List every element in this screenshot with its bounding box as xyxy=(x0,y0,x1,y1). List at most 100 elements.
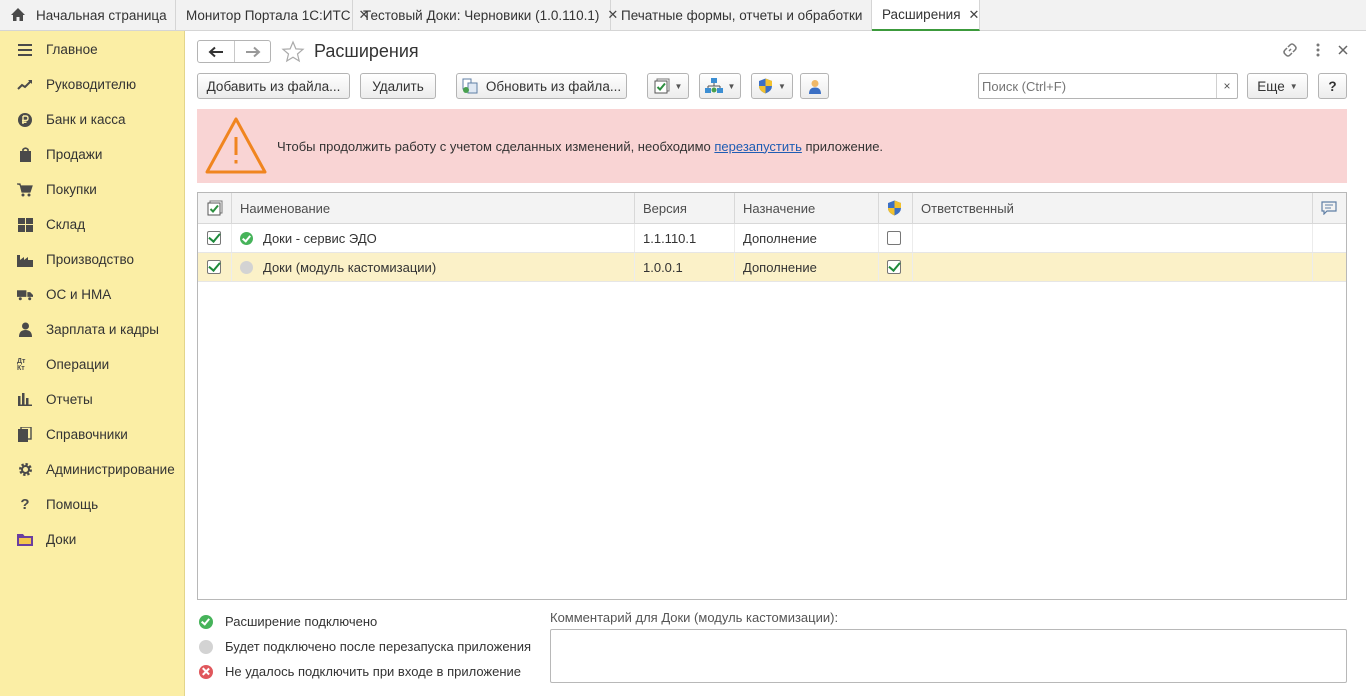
forward-button[interactable] xyxy=(234,41,270,62)
safe-mode-cell xyxy=(879,224,913,252)
sidebar-item-reports[interactable]: Отчеты xyxy=(0,382,184,417)
sidebar-item-label: Банк и касса xyxy=(46,112,126,127)
sidebar-item-admin[interactable]: Администрирование xyxy=(0,452,184,487)
back-button[interactable] xyxy=(198,41,234,62)
sidebar-item-label: Склад xyxy=(46,217,86,232)
sidebar-item-label: Доки xyxy=(46,532,77,547)
sidebar-item-label: Главное xyxy=(46,42,98,57)
sidebar-item-main[interactable]: Главное xyxy=(0,32,184,67)
person-icon xyxy=(17,322,33,338)
pending-status-icon xyxy=(240,260,253,274)
delete-button[interactable]: Удалить xyxy=(360,73,436,99)
table-row[interactable]: Доки - сервис ЭДО 1.1.110.1 Дополнение xyxy=(198,224,1346,253)
more-actions-icon[interactable] xyxy=(1316,43,1320,57)
comment-icon xyxy=(1321,201,1337,215)
sidebar-item-catalogs[interactable]: Справочники xyxy=(0,417,184,452)
sidebar-item-production[interactable]: Производство xyxy=(0,242,184,277)
restart-link[interactable]: перезапустить xyxy=(714,139,801,154)
update-from-file-button[interactable]: Обновить из файла... xyxy=(456,73,627,99)
table-header: Наименование Версия Назначение Ответстве… xyxy=(198,193,1346,224)
clear-search-icon[interactable]: × xyxy=(1216,74,1237,98)
version-cell: 1.1.110.1 xyxy=(635,224,735,252)
safe-mode-cell xyxy=(879,253,913,281)
purpose-cell: Дополнение xyxy=(735,224,879,252)
header-active[interactable] xyxy=(198,193,232,223)
header-safe-mode[interactable] xyxy=(879,193,913,223)
sidebar-item-sales[interactable]: Продажи xyxy=(0,137,184,172)
header-version[interactable]: Версия xyxy=(635,193,735,223)
responsible-button[interactable] xyxy=(800,73,829,99)
header-comment[interactable] xyxy=(1313,193,1346,223)
failed-status-icon xyxy=(199,664,213,679)
sidebar-item-purchases[interactable]: Покупки xyxy=(0,172,184,207)
tab-test-drafts[interactable]: Тестовый Доки: Черновики (1.0.110.1) ✕ xyxy=(353,0,618,30)
sidebar-item-label: Руководителю xyxy=(46,77,137,92)
factory-icon xyxy=(17,252,33,268)
structure-dropdown[interactable]: ▼ xyxy=(699,73,741,99)
header-name[interactable]: Наименование xyxy=(232,193,635,223)
tab-label: Начальная страница xyxy=(36,7,167,23)
toolbar: Добавить из файла... Удалить Обновить из… xyxy=(197,73,1347,99)
nav-group xyxy=(197,40,271,63)
warning-message: Чтобы продолжить работу с учетом сделанн… xyxy=(277,139,883,154)
button-label: ? xyxy=(1328,78,1337,94)
comment-label: Комментарий для Доки (модуль кастомизаци… xyxy=(550,610,839,625)
table-row[interactable]: Доки (модуль кастомизации) 1.0.0.1 Допол… xyxy=(198,253,1346,282)
update-file-icon xyxy=(462,78,478,94)
sidebar-item-operations[interactable]: Дт Кт Операции xyxy=(0,347,184,382)
safe-mode-checkbox[interactable] xyxy=(887,260,901,274)
purpose-cell: Дополнение xyxy=(735,253,879,281)
responsible-cell xyxy=(913,253,1313,281)
arrow-right-icon xyxy=(245,46,260,57)
tab-label: Расширения xyxy=(882,7,961,22)
chevron-down-icon: ▼ xyxy=(727,81,736,91)
sidebar-item-bank[interactable]: Банк и касса xyxy=(0,102,184,137)
button-label: Добавить из файла... xyxy=(206,78,341,94)
sidebar-item-fixed-assets[interactable]: ОС и НМА xyxy=(0,277,184,312)
sidebar-item-salary[interactable]: Зарплата и кадры xyxy=(0,312,184,347)
active-checkbox[interactable] xyxy=(207,260,221,274)
extensions-table: Наименование Версия Назначение Ответстве… xyxy=(197,192,1347,600)
link-icon[interactable] xyxy=(1282,42,1298,58)
sidebar-item-label: Производство xyxy=(46,252,135,267)
legend-label: Не удалось подключить при входе в прилож… xyxy=(225,664,522,679)
tab-print-forms[interactable]: Печатные формы, отчеты и обработки ✕ xyxy=(611,0,881,30)
header-responsible[interactable]: Ответственный xyxy=(913,193,1313,223)
close-icon[interactable]: ✕ xyxy=(969,7,980,23)
search-box: × xyxy=(978,73,1238,99)
safe-mode-checkbox[interactable] xyxy=(887,231,901,245)
books-icon xyxy=(17,427,33,443)
help-button[interactable]: ? xyxy=(1318,73,1347,99)
sidebar-item-doki[interactable]: Доки xyxy=(0,522,184,557)
search-input[interactable] xyxy=(979,74,1216,98)
comment-field[interactable] xyxy=(550,629,1347,683)
favorite-star-icon[interactable] xyxy=(281,39,305,64)
header-purpose[interactable]: Назначение xyxy=(735,193,879,223)
sidebar-item-label: ОС и НМА xyxy=(46,287,112,302)
active-cell xyxy=(198,253,232,281)
ruble-icon xyxy=(17,112,33,128)
page-title: Расширения xyxy=(314,41,419,61)
sidebar-item-director[interactable]: Руководителю xyxy=(0,67,184,102)
shield-icon xyxy=(759,78,773,94)
active-cell xyxy=(198,224,232,252)
safe-mode-dropdown[interactable]: ▼ xyxy=(751,73,793,99)
sidebar-item-warehouse[interactable]: Склад xyxy=(0,207,184,242)
button-label: Еще xyxy=(1257,78,1285,94)
tab-home[interactable]: Начальная страница xyxy=(0,0,176,30)
add-from-file-button[interactable]: Добавить из файла... xyxy=(197,73,350,99)
sidebar-item-label: Помощь xyxy=(46,497,99,512)
more-button[interactable]: Еще ▼ xyxy=(1247,73,1308,99)
tab-extensions[interactable]: Расширения ✕ xyxy=(872,0,980,31)
close-window-icon[interactable] xyxy=(1338,45,1348,55)
legend-item: Будет подключено после перезапуска прило… xyxy=(197,634,531,659)
active-checkbox[interactable] xyxy=(207,231,221,245)
chevron-down-icon: ▼ xyxy=(778,81,786,91)
check-all-icon xyxy=(207,200,223,216)
tab-portal-monitor[interactable]: Монитор Портала 1С:ИТС ✕ xyxy=(176,0,369,30)
sidebar-item-help[interactable]: ? Помощь xyxy=(0,487,184,522)
sidebar-item-label: Отчеты xyxy=(46,392,93,407)
check-all-dropdown[interactable]: ▼ xyxy=(647,73,689,99)
menu-icon xyxy=(17,42,33,58)
home-icon xyxy=(11,8,25,21)
